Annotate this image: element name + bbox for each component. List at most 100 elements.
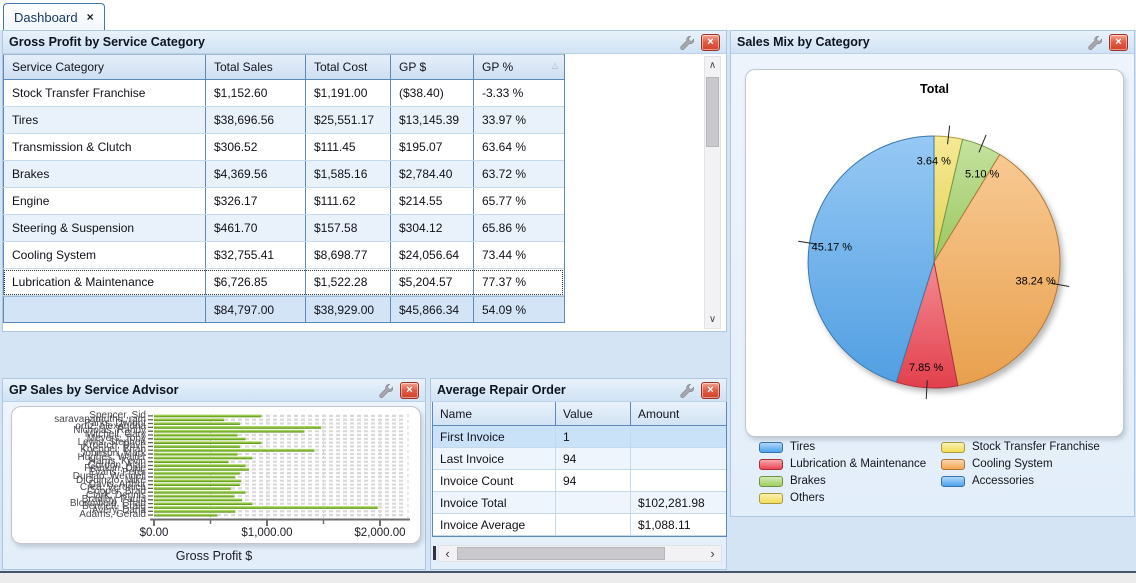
table-cell (3, 297, 206, 322)
panel-average-repair-order: Average Repair Order × Name Value Amount… (430, 378, 727, 570)
bar[interactable] (154, 456, 252, 459)
bar[interactable] (154, 460, 229, 463)
bar[interactable] (154, 479, 241, 482)
bar[interactable] (154, 514, 217, 517)
panel-sales-mix: Sales Mix by Category × Total 3.64 %5.10… (730, 30, 1135, 517)
table-row[interactable]: Invoice Total$102,281.98 (433, 492, 726, 514)
column-header-total-sales[interactable]: Total Sales (206, 55, 306, 79)
table-cell: $306.52 (206, 134, 306, 160)
legend-column: Stock Transfer FranchiseCooling SystemAc… (941, 441, 1100, 504)
close-button[interactable]: × (701, 34, 720, 51)
scroll-right-button[interactable]: › (704, 546, 721, 561)
bar[interactable] (154, 453, 238, 456)
legend-label: Stock Transfer Franchise (972, 441, 1100, 453)
wrench-icon[interactable] (679, 35, 694, 50)
column-header-value[interactable]: Value (556, 402, 631, 425)
table-row[interactable]: Stock Transfer Franchise$1,152.60$1,191.… (3, 80, 564, 107)
column-header-gp-dollars[interactable]: GP $ (391, 55, 474, 79)
legend-label: Accessories (972, 475, 1034, 487)
table-row[interactable]: Engine$326.17$111.62$214.5565.77 % (3, 188, 564, 215)
bar[interactable] (154, 415, 261, 418)
table-cell: 65.86 % (474, 215, 564, 241)
legend-item: Others (759, 492, 941, 504)
table-row[interactable]: Cooling System$32,755.41$8,698.77$24,056… (3, 242, 564, 269)
table-cell (556, 514, 631, 535)
table-cell: $195.07 (391, 134, 474, 160)
close-button[interactable]: × (400, 382, 419, 399)
table-row[interactable]: Transmission & Clutch$306.52$111.45$195.… (3, 134, 564, 161)
wrench-icon[interactable] (378, 383, 393, 398)
bar[interactable] (154, 426, 321, 429)
wrench-icon[interactable] (1087, 35, 1102, 50)
column-header-gp-percent[interactable]: GP % △ (474, 55, 564, 79)
panel-header: Sales Mix by Category × (731, 31, 1134, 54)
bar[interactable] (154, 430, 304, 433)
table-row[interactable]: Lubrication & Maintenance$6,726.85$1,522… (3, 269, 564, 296)
table-row[interactable]: Invoice Average$1,088.11 (433, 514, 726, 536)
scrollbar-thumb[interactable] (457, 547, 665, 560)
table-cell: Last Invoice (433, 448, 556, 469)
tab-label: Dashboard (14, 10, 78, 25)
bar[interactable] (154, 498, 242, 501)
bar[interactable] (154, 434, 238, 437)
sort-ascending-icon: △ (552, 61, 558, 70)
bar[interactable] (154, 495, 234, 498)
table-row[interactable]: First Invoice1 (433, 426, 726, 448)
gross-profit-table: Service Category Total Sales Total Cost … (3, 54, 565, 323)
panel-header: Gross Profit by Service Category × (3, 31, 726, 54)
bar[interactable] (154, 441, 261, 444)
table-row[interactable]: Brakes$4,369.56$1,585.16$2,784.4063.72 % (3, 161, 564, 188)
bar[interactable] (154, 502, 252, 505)
bar[interactable] (154, 510, 235, 513)
bar[interactable] (154, 445, 240, 448)
table-cell: $102,281.98 (631, 492, 726, 513)
bar[interactable] (154, 437, 246, 440)
table-row[interactable]: Invoice Count94 (433, 470, 726, 492)
scroll-left-button[interactable]: ‹ (439, 546, 456, 561)
table-cell: 1 (556, 426, 631, 447)
column-header-amount[interactable]: Amount (631, 402, 726, 425)
bar[interactable] (154, 472, 240, 475)
tab-dashboard[interactable]: Dashboard × (3, 3, 105, 30)
scrollbar-thumb[interactable] (706, 77, 719, 147)
wrench-icon[interactable] (679, 383, 694, 398)
table-cell: $461.70 (206, 215, 306, 241)
vertical-scrollbar[interactable]: ∧ ∨ (704, 56, 721, 329)
table-cell: Lubrication & Maintenance (3, 269, 206, 295)
legend-swatch (759, 493, 783, 504)
bar[interactable] (154, 464, 246, 467)
panel-title: Average Repair Order (437, 383, 566, 397)
scroll-down-button[interactable]: ∨ (705, 311, 720, 328)
panel-gp-sales-advisor: GP Sales by Service Advisor × $0.00$1,00… (2, 378, 426, 570)
table-cell: $25,551.17 (306, 107, 391, 133)
bar[interactable] (154, 483, 240, 486)
table-cell: $8,698.77 (306, 242, 391, 268)
close-button[interactable]: × (701, 382, 720, 399)
bar[interactable] (154, 422, 240, 425)
bar[interactable] (154, 468, 249, 471)
column-header-service-category[interactable]: Service Category (3, 55, 206, 79)
table-cell: -3.33 % (474, 80, 564, 106)
scroll-up-button[interactable]: ∧ (705, 57, 720, 74)
table-row[interactable]: Steering & Suspension$461.70$157.58$304.… (3, 215, 564, 242)
bar[interactable] (154, 491, 246, 494)
column-header-name[interactable]: Name (433, 402, 556, 425)
close-button[interactable]: × (1109, 34, 1128, 51)
panel-header: Average Repair Order × (431, 379, 726, 402)
bar[interactable] (154, 487, 231, 490)
table-row[interactable]: Tires$38,696.56$25,551.17$13,145.3933.97… (3, 107, 564, 134)
table-row[interactable]: Last Invoice94 (433, 448, 726, 470)
bar[interactable] (154, 476, 235, 479)
bar[interactable] (154, 506, 378, 509)
bar[interactable] (154, 418, 224, 421)
tab-close-icon[interactable]: × (87, 11, 94, 23)
column-header-total-cost[interactable]: Total Cost (306, 55, 391, 79)
table-cell: $1,088.11 (631, 514, 726, 535)
horizontal-scrollbar[interactable]: ‹ › (438, 545, 722, 562)
table-cell: ($38.40) (391, 80, 474, 106)
table-cell: 54.09 % (474, 297, 564, 322)
legend-label: Lubrication & Maintenance (790, 458, 926, 470)
table-cell: $111.62 (306, 188, 391, 214)
bar[interactable] (154, 449, 314, 452)
table-cell: 63.72 % (474, 161, 564, 187)
